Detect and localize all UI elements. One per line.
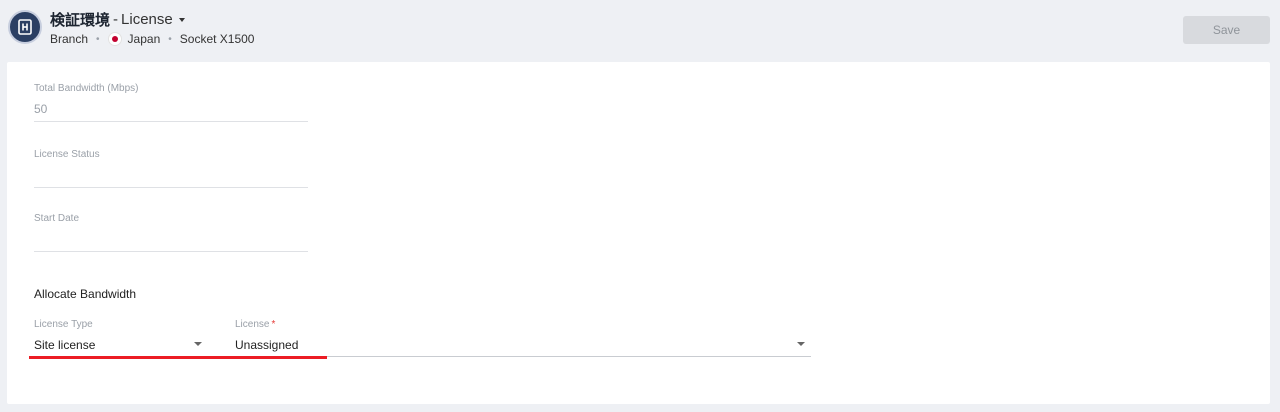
save-button[interactable]: Save xyxy=(1183,16,1270,44)
field-underline xyxy=(34,251,308,252)
license-select[interactable]: License * Unassigned xyxy=(235,319,811,352)
license-type-value: Site license xyxy=(34,338,96,352)
license-type-label: License Type xyxy=(34,319,93,330)
title-separator: - xyxy=(113,11,119,28)
meta-separator: • xyxy=(168,33,172,45)
license-type-select[interactable]: License Type Site license xyxy=(34,319,204,352)
license-status-label: License Status xyxy=(34,149,100,160)
site-name: 検証環境 xyxy=(50,12,111,29)
meta-separator: • xyxy=(96,33,100,45)
license-value: Unassigned xyxy=(235,338,299,352)
highlight-underline xyxy=(29,356,327,359)
page-name: License xyxy=(121,11,173,28)
license-status-field[interactable]: License Status xyxy=(34,149,308,188)
caret-down-icon[interactable] xyxy=(797,342,805,346)
field-underline xyxy=(34,187,308,188)
site-country: Japan xyxy=(127,32,161,46)
total-bandwidth-field[interactable]: Total Bandwidth (Mbps) 50 xyxy=(34,83,308,122)
start-date-value xyxy=(34,232,308,246)
page-header: 検証環境 - License Branch • Japan • Socket X… xyxy=(0,0,1280,60)
license-label: License * xyxy=(235,319,276,330)
site-meta: Branch • Japan • Socket X1500 xyxy=(50,32,254,46)
socket-model: Socket X1500 xyxy=(179,32,255,46)
license-card: Total Bandwidth (Mbps) 50 License Status… xyxy=(7,62,1270,404)
site-type: Branch xyxy=(50,32,89,46)
total-bandwidth-label: Total Bandwidth (Mbps) xyxy=(34,83,139,94)
japan-flag-icon xyxy=(107,32,122,46)
total-bandwidth-value: 50 xyxy=(34,102,48,116)
required-marker: * xyxy=(271,319,276,330)
caret-down-icon[interactable] xyxy=(194,342,202,346)
field-underline xyxy=(34,121,308,122)
page-title[interactable]: 検証環境 - License xyxy=(50,9,185,30)
start-date-label: Start Date xyxy=(34,213,80,224)
license-status-value xyxy=(34,168,308,182)
start-date-field[interactable]: Start Date xyxy=(34,213,308,252)
caret-down-icon[interactable] xyxy=(178,17,185,22)
allocate-bandwidth-title: Allocate Bandwidth xyxy=(34,287,137,301)
building-icon xyxy=(8,10,42,44)
